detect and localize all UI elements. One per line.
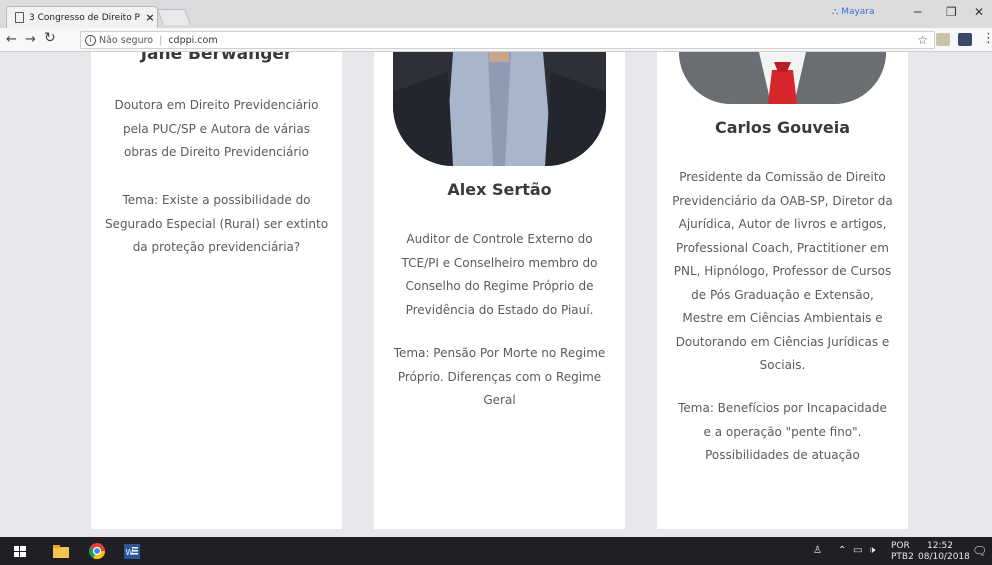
address-bar-row: ← → ↻ i Não seguro | cdppi.com ☆ ⋮ <box>0 28 992 52</box>
network-icon[interactable]: ▭ <box>853 545 862 556</box>
speaker-name: Carlos Gouveia <box>714 118 851 137</box>
browser-tab[interactable]: 3 Congresso de Direito P × <box>6 6 158 28</box>
speaker-photo-image <box>679 52 886 104</box>
reload-icon[interactable]: ↻ <box>44 30 56 46</box>
chrome-icon[interactable] <box>89 543 105 559</box>
user-profile-button[interactable]: ⛬ Mayara <box>832 7 875 17</box>
language-indicator[interactable]: POR PTB2 <box>891 541 914 563</box>
windows-start-icon[interactable] <box>14 546 26 557</box>
extension-icon[interactable] <box>958 33 972 46</box>
address-separator: | <box>159 34 163 46</box>
bio-line: Auditor de Controle Externo do <box>406 232 593 246</box>
menu-icon[interactable]: ⋮ <box>982 31 992 46</box>
tab-title: 3 Congresso de Direito P <box>29 12 140 23</box>
page-content: Jane Berwanger Doutora em Direito Previd… <box>0 52 992 537</box>
speaker-bio: Auditor de Controle Externo do TCE/PI e … <box>374 228 625 322</box>
topic-line: Geral <box>483 393 516 407</box>
language-code: POR <box>891 541 910 551</box>
notifications-icon[interactable]: 🗨 <box>972 544 987 558</box>
speaker-photo-image <box>393 52 606 166</box>
user-icon: ⛬ <box>832 7 839 17</box>
speaker-bio: Presidente da Comissão de Direito Previd… <box>657 166 908 378</box>
speaker-card: Carlos Gouveia Presidente da Comissão de… <box>657 52 908 529</box>
bio-line: TCE/PI e Conselheiro membro do <box>401 255 598 270</box>
speaker-topic: Tema: Pensão Por Morte no Regime Próprio… <box>374 342 625 413</box>
bio-line: Sociais. <box>759 358 806 372</box>
bio-line: PNL, Hipnólogo, Professor de Cursos <box>673 264 892 278</box>
clock-date: 08/10/2018 <box>918 552 970 562</box>
speaker-name: Alex Sertão <box>447 180 552 199</box>
bio-line: Mestre em Ciências Ambientais e <box>682 311 883 325</box>
bio-line: de Pós Graduação e Extensão, <box>691 287 874 302</box>
clock-time: 12:52 <box>927 541 953 551</box>
back-arrow-icon[interactable]: ← <box>6 32 17 47</box>
speaker-name: Jane Berwanger <box>140 52 293 64</box>
bio-line: obras de Direito Previdenciário <box>124 145 309 159</box>
new-tab-button[interactable] <box>157 9 191 25</box>
topic-line: Segurado Especial (Rural) ser extinto <box>104 216 329 231</box>
clock[interactable]: 12:52 08/10/2018 <box>918 541 970 563</box>
topic-line: Tema: Pensão Por Morte no Regime <box>393 346 606 360</box>
bio-line: Previdenciário da OAB-SP, Diretor da <box>672 193 893 208</box>
url-text: cdppi.com <box>168 34 218 46</box>
speaker-photo <box>679 52 886 104</box>
topic-line: Tema: Existe a possibilidade do <box>122 193 311 207</box>
bio-line: pela PUC/SP e Autora de várias <box>123 121 310 136</box>
bio-line: Previdência do Estado do Piauí. <box>405 302 594 317</box>
browser-tab-bar: 3 Congresso de Direito P × ⛬ Mayara ─ ❐ … <box>0 0 992 28</box>
svg-text:W: W <box>126 548 134 557</box>
bookmark-star-icon[interactable]: ☆ <box>917 33 928 47</box>
word-icon[interactable]: W <box>124 544 140 559</box>
speaker-card: Alex Sertão Auditor de Controle Externo … <box>374 52 625 529</box>
topic-line: e a operação "pente fino". <box>703 424 862 439</box>
user-name: Mayara <box>841 7 875 17</box>
bio-line: Doutora em Direito Previdenciário <box>114 98 319 112</box>
info-icon[interactable]: i <box>85 34 96 46</box>
bio-line: Ajurídica, Autor de livros e artigos, <box>678 217 887 231</box>
tab-close-icon[interactable]: × <box>143 11 157 24</box>
topic-line: da proteção previdenciária? <box>132 240 301 254</box>
file-explorer-icon[interactable] <box>53 545 69 558</box>
topic-line: Tema: Benefícios por Incapacidade <box>678 401 887 415</box>
tray-expand-icon[interactable]: ⌃ <box>838 545 846 556</box>
page-icon <box>15 12 24 23</box>
speaker-bio: Doutora em Direito Previdenciário pela P… <box>91 94 342 165</box>
minimize-icon[interactable]: ─ <box>914 5 921 19</box>
bio-line: Doutorando em Ciências Jurídicas e <box>675 334 890 349</box>
topic-line: Próprio. Diferenças com o Regime <box>397 369 602 384</box>
speaker-topic: Tema: Benefícios por Incapacidade e a op… <box>657 397 908 468</box>
address-input[interactable]: i Não seguro | cdppi.com ☆ <box>80 31 935 49</box>
keyboard-layout: PTB2 <box>891 552 914 562</box>
taskbar: W ♙ ⌃ ▭ 🕩 POR PTB2 12:52 08/10/2018 🗨 <box>0 537 992 565</box>
speaker-photo <box>393 52 606 166</box>
speaker-card: Jane Berwanger Doutora em Direito Previd… <box>91 52 342 529</box>
bio-line: Conselho do Regime Próprio de <box>405 279 594 293</box>
bio-line: Presidente da Comissão de Direito <box>679 170 886 184</box>
volume-icon[interactable]: 🕩 <box>869 545 875 556</box>
bio-line: Professional Coach, Practitioner em <box>676 240 889 255</box>
forward-arrow-icon[interactable]: → <box>25 32 36 47</box>
maximize-icon[interactable]: ❐ <box>946 5 957 19</box>
topic-line: Possibilidades de atuação <box>705 448 860 462</box>
security-label: Não seguro <box>99 34 154 46</box>
window-close-icon[interactable]: ✕ <box>974 5 984 19</box>
extension-icon[interactable] <box>936 33 950 46</box>
speaker-topic: Tema: Existe a possibilidade do Segurado… <box>91 189 342 260</box>
people-icon[interactable]: ♙ <box>813 545 822 556</box>
